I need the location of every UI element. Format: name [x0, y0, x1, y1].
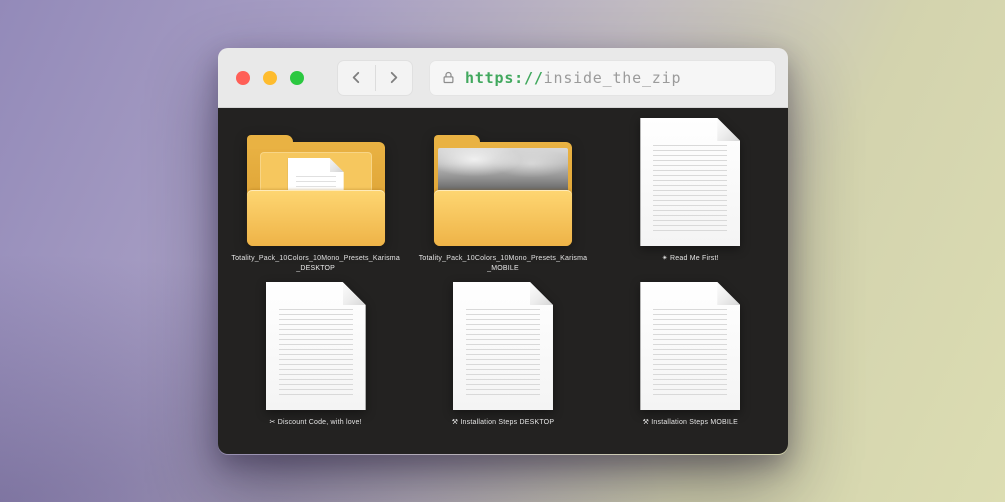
icon-area — [265, 278, 366, 410]
folder-with-photo-icon — [433, 134, 572, 246]
url-text: https://inside_the_zip — [465, 69, 681, 87]
file-tile-presets-folder-mobile[interactable]: Totality_Pack_10Colors_10Mono_Presets_Ka… — [418, 114, 588, 274]
icon-area — [640, 278, 741, 410]
browser-titlebar: https://inside_the_zip — [218, 48, 788, 108]
file-label: ✂ Discount Code, with love! — [269, 419, 362, 426]
window-controls — [236, 70, 304, 85]
chevron-right-icon — [385, 69, 402, 86]
url-host: inside_the_zip — [543, 68, 682, 87]
document-icon — [265, 282, 366, 410]
folder-with-document-icon — [246, 134, 385, 246]
zip-contents-panel: Totality_Pack_10Colors_10Mono_Presets_Ka… — [218, 108, 788, 454]
close-button[interactable] — [236, 70, 250, 85]
file-label: Totality_Pack_10Colors_10Mono_Presets_Ka… — [231, 255, 400, 273]
zoom-button[interactable] — [290, 70, 304, 85]
file-label: ✴ Read Me First! — [661, 255, 719, 262]
document-icon — [452, 282, 553, 410]
lock-icon — [441, 70, 456, 85]
icon-area — [640, 114, 741, 246]
file-tile-installation-mobile[interactable]: ⚒ Installation Steps MOBILE — [640, 278, 741, 438]
icon-area — [246, 114, 385, 246]
back-button[interactable] — [338, 61, 375, 95]
chevron-left-icon — [348, 69, 365, 86]
file-label: ⚒ Installation Steps DESKTOP — [451, 419, 555, 426]
minimize-button[interactable] — [263, 70, 277, 85]
address-bar[interactable]: https://inside_the_zip — [429, 59, 776, 96]
document-icon — [640, 118, 741, 246]
file-tile-presets-folder-desktop[interactable]: Totality_Pack_10Colors_10Mono_Presets_Ka… — [231, 114, 401, 274]
browser-window: https://inside_the_zip Totality_Pack_10C… — [218, 48, 788, 455]
file-label: ⚒ Installation Steps MOBILE — [642, 419, 738, 426]
icon-area — [452, 278, 553, 410]
nav-button-group — [337, 59, 413, 96]
forward-button[interactable] — [376, 61, 413, 95]
icon-area — [433, 114, 572, 246]
file-tile-discount-code[interactable]: ✂ Discount Code, with love! — [265, 278, 366, 438]
file-tile-read-me[interactable]: ✴ Read Me First! — [640, 114, 741, 274]
url-protocol: https:// — [465, 68, 544, 87]
file-label: Totality_Pack_10Colors_10Mono_Presets_Ka… — [418, 255, 588, 273]
file-tile-installation-desktop[interactable]: ⚒ Installation Steps DESKTOP — [452, 278, 554, 438]
document-icon — [640, 282, 741, 410]
